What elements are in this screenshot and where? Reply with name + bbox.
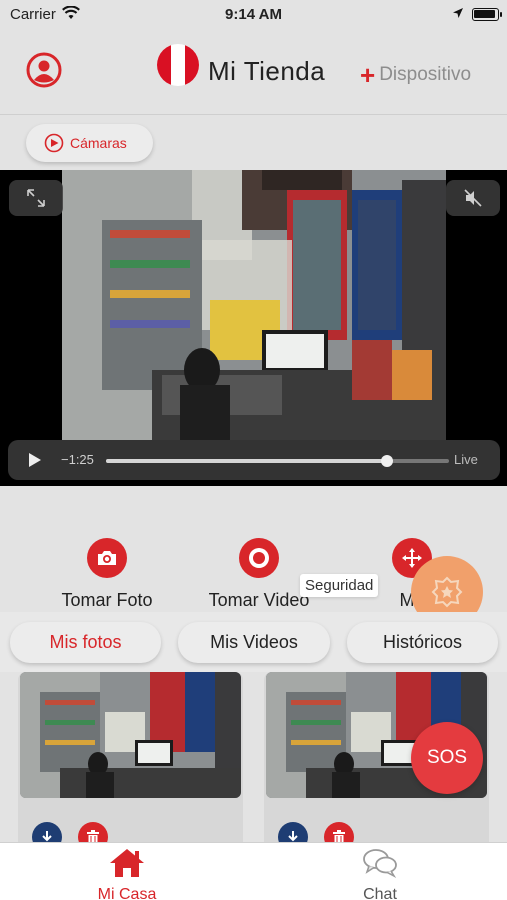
take-photo-label: Tomar Foto	[61, 590, 153, 610]
video-player[interactable]: −1:25 Live	[0, 170, 507, 486]
time-remaining: −1:25	[61, 452, 94, 467]
security-tooltip: Seguridad	[300, 574, 379, 597]
download-icon	[288, 831, 298, 842]
page-title: Mi Tienda	[208, 56, 326, 86]
tab-history[interactable]: Históricos	[347, 622, 498, 663]
fullscreen-button[interactable]	[9, 180, 63, 216]
tab-my-videos[interactable]: Mis Videos	[178, 622, 330, 663]
header-divider	[0, 114, 507, 115]
nav-chat[interactable]: Chat	[330, 847, 430, 900]
trash-icon	[333, 830, 345, 842]
speaker-muted-icon	[464, 189, 482, 207]
photo-card[interactable]	[18, 672, 243, 842]
app-header: Mi Tienda + Dispositivo	[0, 28, 507, 114]
expand-icon	[27, 189, 45, 207]
download-button[interactable]	[32, 822, 62, 842]
chat-bubbles-icon	[363, 849, 397, 879]
delete-button[interactable]	[78, 822, 108, 842]
status-bar: Carrier 9:14 AM	[0, 0, 507, 28]
add-device-label: Dispositivo	[379, 64, 472, 85]
cameras-label: Cámaras	[70, 135, 127, 151]
record-icon	[239, 538, 279, 578]
playback-controls: −1:25 Live	[8, 440, 500, 480]
nav-chat-label: Chat	[363, 886, 397, 900]
mute-button[interactable]	[446, 180, 500, 216]
delete-button[interactable]	[324, 822, 354, 842]
camera-play-icon	[44, 133, 64, 153]
seek-bar-handle[interactable]	[381, 455, 394, 467]
police-badge-icon	[431, 576, 463, 608]
take-video-label: Tomar Video	[208, 590, 310, 610]
download-icon	[42, 831, 52, 842]
location-arrow-icon	[453, 8, 463, 18]
sos-button[interactable]: SOS	[411, 722, 483, 794]
nav-my-home[interactable]: Mi Casa	[77, 847, 177, 900]
add-device-button[interactable]: + Dispositivo	[360, 60, 472, 90]
battery-icon	[472, 8, 502, 21]
nav-home-label: Mi Casa	[97, 886, 157, 900]
seek-bar[interactable]	[106, 455, 449, 467]
take-photo-button[interactable]: Tomar Foto	[57, 538, 157, 611]
take-video-button[interactable]: Tomar Video	[204, 538, 314, 611]
download-button[interactable]	[278, 822, 308, 842]
cameras-button[interactable]: Cámaras	[26, 124, 153, 162]
live-label[interactable]: Live	[454, 452, 478, 467]
home-icon	[110, 849, 144, 877]
profile-icon[interactable]	[26, 52, 62, 88]
camera-feed	[62, 170, 446, 440]
bottom-nav: Mi Casa Chat	[0, 842, 507, 900]
peru-flag-icon	[157, 44, 199, 86]
plus-icon: +	[360, 60, 376, 90]
seek-bar-progress	[106, 459, 388, 463]
play-icon[interactable]	[28, 452, 42, 468]
trash-icon	[87, 830, 99, 842]
clock: 9:14 AM	[225, 6, 282, 23]
tab-my-photos[interactable]: Mis fotos	[10, 622, 161, 663]
camera-icon	[87, 538, 127, 578]
media-tabs: Mis fotos Mis Videos Históricos	[0, 612, 507, 672]
photo-thumbnail[interactable]	[20, 672, 241, 798]
